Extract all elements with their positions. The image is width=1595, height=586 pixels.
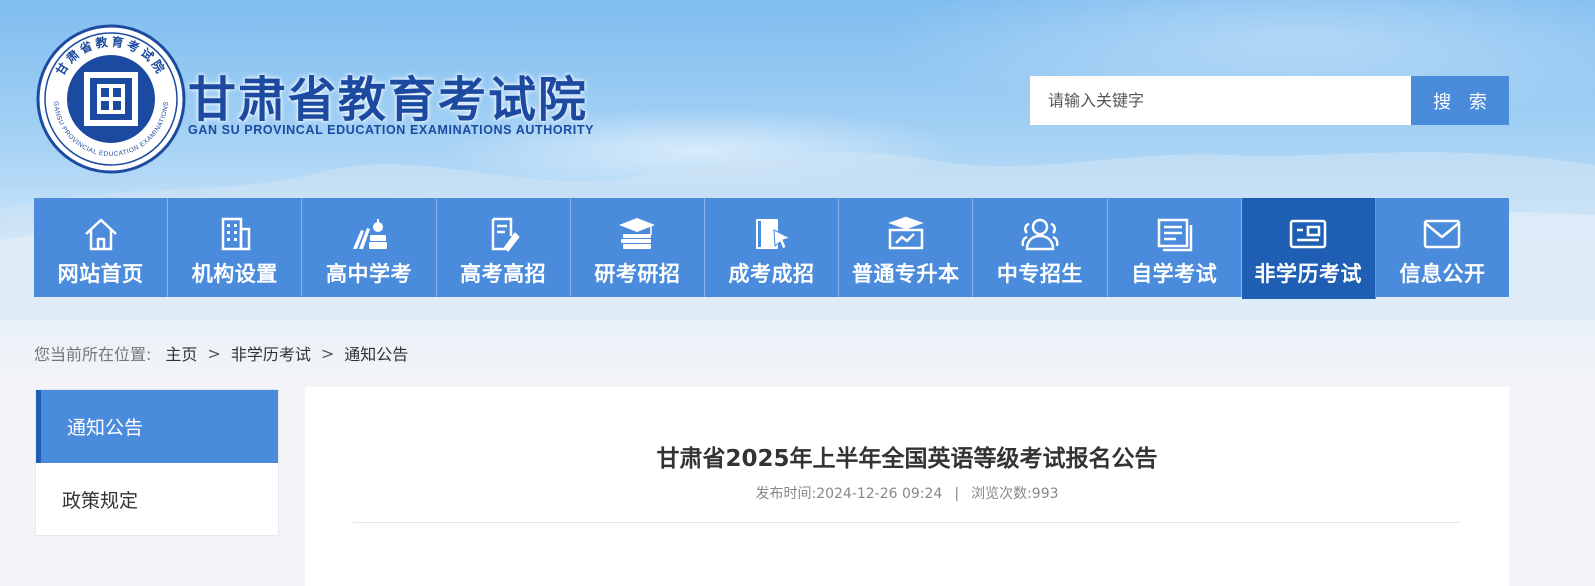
breadcrumb-link-notices[interactable]: 通知公告 [344, 341, 408, 365]
article-meta: 发布时间:2024-12-26 09:24 | 浏览次数:993 [305, 483, 1509, 503]
site-logo[interactable]: 甘肃省教育考试院 GANSU PROVINCIAL EDUCATION EXAM… [36, 24, 616, 174]
users-icon [1021, 218, 1059, 251]
divider [353, 522, 1460, 523]
graduation-cap-icon [619, 218, 656, 249]
breadcrumb-link-home[interactable]: 主页 [165, 341, 197, 365]
sidebar-item-policies[interactable]: 政策规定 [36, 463, 278, 536]
nav-label: 普通专升本 [851, 262, 960, 286]
nav-label: 成考成招 [728, 262, 815, 286]
book-cursor-icon [755, 219, 791, 250]
search-button[interactable]: 搜 索 [1411, 76, 1509, 125]
nav-label: 网站首页 [57, 262, 144, 286]
nav-label: 研考研招 [594, 262, 681, 286]
main-nav: 网站首页 机构设置 高中学考 高考高招 研考研招 成考成招 普通专升本 中专招生… [34, 198, 1509, 299]
nav-item-postgraduate[interactable]: 研考研招 [571, 198, 705, 297]
nav-label: 高中学考 [325, 262, 412, 286]
books-icon [352, 219, 387, 249]
article-panel: 甘肃省2025年上半年全国英语等级考试报名公告 发布时间:2024-12-26 … [305, 387, 1509, 586]
home-icon [84, 218, 117, 251]
nav-item-adult-exam[interactable]: 成考成招 [705, 198, 840, 297]
sidebar: 通知公告 政策规定 [35, 389, 279, 536]
nav-item-info-disclosure[interactable]: 信息公开 [1376, 198, 1509, 297]
site-title: 甘肃省教育考试院 [188, 72, 589, 128]
nav-item-home[interactable]: 网站首页 [34, 198, 169, 297]
nav-item-secondary-school[interactable]: 中专招生 [973, 198, 1108, 297]
article-title: 甘肃省2025年上半年全国英语等级考试报名公告 [656, 446, 1158, 472]
nav-item-non-degree-exam[interactable]: 非学历考试 [1241, 198, 1376, 299]
search-input[interactable] [1030, 76, 1411, 125]
nav-item-upgrade-bachelor[interactable]: 普通专升本 [839, 198, 974, 297]
presentation-icon [888, 216, 924, 250]
breadcrumb-link-non-degree-exam[interactable]: 非学历考试 [231, 341, 311, 365]
breadcrumb-prefix: 您当前所在位置: [34, 345, 152, 364]
view-count-label: 浏览次数: [971, 486, 1032, 502]
nav-label: 机构设置 [191, 262, 278, 286]
nav-item-organization[interactable]: 机构设置 [168, 198, 303, 297]
site-subtitle: GAN SU PROVINCAL EDUCATION EXAMINATIONS … [188, 123, 595, 137]
publish-time-label: 发布时间: [755, 486, 817, 502]
breadcrumb-separator: > [320, 343, 335, 363]
nav-item-gaokao[interactable]: 高考高招 [437, 198, 571, 297]
nav-label: 自学考试 [1131, 262, 1218, 286]
nav-label: 非学历考试 [1254, 262, 1363, 286]
emblem-seal-icon: 甘肃省教育考试院 GANSU PROVINCIAL EDUCATION EXAM… [36, 24, 186, 174]
breadcrumb-separator: > [207, 343, 221, 363]
building-icon [221, 217, 251, 251]
breadcrumb: 您当前所在位置: 主页 > 非学历考试 > 通知公告 [34, 341, 408, 365]
nav-item-self-study[interactable]: 自学考试 [1108, 198, 1242, 297]
nav-label: 中专招生 [996, 262, 1083, 286]
nav-item-highschool-exam[interactable]: 高中学考 [302, 198, 437, 297]
sidebar-item-notices[interactable]: 通知公告 [36, 390, 278, 463]
document-stack-icon [1157, 218, 1193, 252]
nav-label: 信息公开 [1399, 262, 1486, 286]
id-card-icon [1290, 219, 1327, 249]
search-bar: 搜 索 [1030, 76, 1509, 125]
meta-separator: | [954, 486, 960, 502]
nav-label: 高考高招 [460, 262, 547, 286]
mail-icon [1424, 219, 1461, 249]
view-count-value: 993 [1031, 486, 1059, 502]
document-pen-icon [491, 217, 520, 252]
publish-time-value: 2024-12-26 09:24 [816, 486, 943, 502]
